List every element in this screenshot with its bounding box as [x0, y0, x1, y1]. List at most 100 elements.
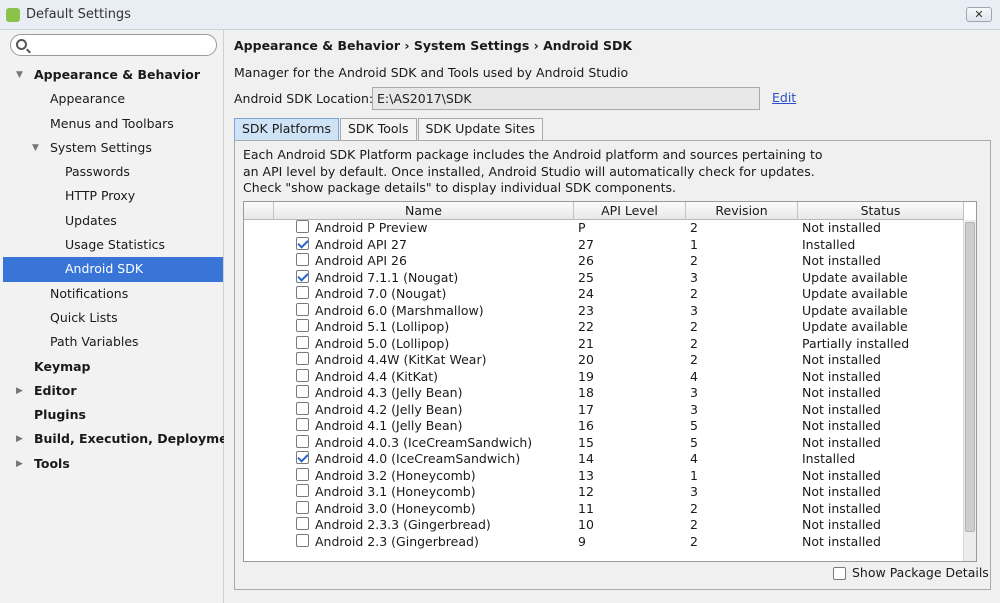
revision: 3 — [690, 269, 698, 285]
table-body: Android P Preview P 2 Not installed Android … — [244, 220, 964, 550]
collapse-right-icon[interactable]: ▶ — [16, 452, 26, 476]
package-checkbox[interactable] — [296, 467, 309, 481]
table-row[interactable]: Android 4.4 (KitKat) 19 4 Not installed — [244, 368, 964, 386]
table-row[interactable]: Android API 26 26 2 Not installed — [244, 253, 964, 270]
table-row[interactable]: Android 4.3 (Jelly Bean) 18 3 Not installed — [244, 385, 964, 402]
sidebar-item-android-sdk[interactable]: Android SDK — [3, 257, 223, 282]
table-scrollbar[interactable] — [963, 220, 976, 561]
sidebar-item-editor[interactable]: ▶ Editor — [0, 379, 223, 403]
edit-location-link[interactable]: Edit — [772, 90, 796, 105]
header-name[interactable]: Name — [274, 202, 574, 220]
scrollbar-thumb[interactable] — [965, 222, 975, 532]
sidebar-item-label: Editor — [34, 382, 77, 398]
revision: 4 — [690, 451, 698, 466]
expand-down-icon[interactable]: ▼ — [32, 136, 42, 160]
sidebar-item-label: Path Variables — [50, 334, 139, 350]
package-name: Android 2.3 (Gingerbread) — [315, 533, 479, 549]
collapse-right-icon[interactable]: ▶ — [16, 427, 26, 451]
package-name: Android 6.0 (Marshmallow) — [315, 302, 484, 318]
api-level: 17 — [578, 401, 594, 417]
sidebar-item-tools[interactable]: ▶ Tools — [0, 452, 223, 476]
package-checkbox[interactable] — [296, 302, 309, 316]
sidebar-item-notifications[interactable]: Notifications — [0, 282, 223, 306]
sidebar-item-updates[interactable]: Updates — [0, 209, 223, 233]
package-checkbox[interactable] — [296, 335, 309, 349]
package-checkbox[interactable] — [296, 352, 309, 365]
package-checkbox[interactable] — [296, 418, 309, 431]
package-checkbox[interactable] — [296, 253, 309, 266]
package-name: Android 3.2 (Honeycomb) — [315, 467, 476, 483]
table-row[interactable]: Android 7.1.1 (Nougat) 25 3 Update availabl… — [244, 269, 964, 287]
header-api-level[interactable]: API Level — [574, 202, 686, 220]
table-row[interactable]: Android 4.0 (IceCreamSandwich) 14 4 Install… — [244, 451, 964, 468]
table-row[interactable]: Android P Preview P 2 Not installed — [244, 220, 964, 237]
revision: 2 — [690, 517, 698, 532]
sidebar-item-http-proxy[interactable]: HTTP Proxy — [0, 184, 223, 208]
table-row[interactable]: Android 5.0 (Lollipop) 21 2 Partially insta… — [244, 335, 964, 353]
package-checkbox[interactable] — [296, 286, 309, 299]
table-row[interactable]: Android 3.2 (Honeycomb) 13 1 Not installed — [244, 467, 964, 485]
table-row[interactable]: Android 7.0 (Nougat) 24 2 Update available — [244, 286, 964, 303]
table-row[interactable]: Android 2.3.3 (Gingerbread) 10 2 Not instal… — [244, 517, 964, 534]
api-level: 23 — [578, 302, 594, 318]
sidebar-item-plugins[interactable]: Plugins — [0, 403, 223, 427]
revision: 2 — [690, 253, 698, 268]
sdk-location-field[interactable] — [372, 87, 760, 110]
install-status: Update available — [802, 269, 908, 285]
sidebar-item-build-execution-deployment[interactable]: ▶ Build, Execution, Deployment — [0, 427, 242, 451]
package-checkbox[interactable] — [296, 484, 309, 497]
package-checkbox[interactable] — [296, 517, 309, 530]
table-row[interactable]: Android 4.0.3 (IceCreamSandwich) 15 5 Not i… — [244, 434, 964, 452]
package-checkbox[interactable] — [296, 236, 309, 250]
sidebar-item-passwords[interactable]: Passwords — [0, 160, 223, 184]
package-checkbox[interactable] — [296, 533, 309, 547]
collapse-right-icon[interactable]: ▶ — [16, 379, 26, 403]
package-checkbox[interactable] — [296, 385, 309, 398]
table-row[interactable]: Android API 27 27 1 Installed — [244, 236, 964, 254]
search-box[interactable] — [10, 34, 217, 56]
table-row[interactable]: Android 4.4W (KitKat Wear) 20 2 Not install… — [244, 352, 964, 369]
install-status: Not installed — [802, 500, 881, 516]
sidebar-item-label: Passwords — [65, 164, 130, 180]
sidebar-item-keymap[interactable]: Keymap — [0, 355, 223, 379]
tab-sdk-platforms[interactable]: SDK Platforms — [234, 118, 339, 140]
api-level: 15 — [578, 434, 594, 450]
search-input[interactable] — [33, 37, 213, 53]
header-status[interactable]: Status — [798, 202, 964, 220]
table-row[interactable]: Android 6.0 (Marshmallow) 23 3 Update avail… — [244, 302, 964, 320]
table-row[interactable]: Android 3.0 (Honeycomb) 11 2 Not installed — [244, 500, 964, 518]
package-checkbox[interactable] — [296, 451, 309, 464]
package-checkbox[interactable] — [296, 269, 309, 283]
show-package-details-checkbox[interactable] — [833, 567, 846, 580]
revision: 3 — [690, 484, 698, 499]
sidebar-item-system-settings[interactable]: ▼ System Settings — [0, 136, 223, 160]
sidebar-item-quick-lists[interactable]: Quick Lists — [0, 306, 223, 330]
package-checkbox[interactable] — [296, 368, 309, 382]
header-revision[interactable]: Revision — [686, 202, 798, 220]
package-name: Android 4.2 (Jelly Bean) — [315, 401, 463, 417]
revision: 3 — [690, 401, 698, 417]
table-row[interactable]: Android 5.1 (Lollipop) 22 2 Update availabl… — [244, 319, 964, 336]
package-checkbox[interactable] — [296, 434, 309, 448]
install-status: Not installed — [802, 401, 881, 417]
package-checkbox[interactable] — [296, 319, 309, 332]
package-checkbox[interactable] — [296, 220, 309, 233]
tab-sdk-update-sites[interactable]: SDK Update Sites — [417, 118, 543, 140]
table-row[interactable]: Android 3.1 (Honeycomb) 12 3 Not installed — [244, 484, 964, 501]
sidebar-item-path-variables[interactable]: Path Variables — [0, 330, 223, 354]
package-checkbox[interactable] — [296, 500, 309, 514]
expand-down-icon[interactable]: ▼ — [16, 63, 26, 87]
table-row[interactable]: Android 2.3 (Gingerbread) 9 2 Not installed — [244, 533, 964, 551]
api-level: 21 — [578, 335, 594, 351]
sidebar-item-appearance-behavior[interactable]: ▼ Appearance & Behavior — [0, 63, 223, 87]
table-row[interactable]: Android 4.2 (Jelly Bean) 17 3 Not installed — [244, 401, 964, 419]
table-row[interactable]: Android 4.1 (Jelly Bean) 16 5 Not installed — [244, 418, 964, 435]
sidebar-item-appearance[interactable]: Appearance — [0, 87, 223, 111]
close-button[interactable]: ✕ — [966, 7, 992, 22]
sidebar-item-menus-and-toolbars[interactable]: Menus and Toolbars — [0, 112, 223, 136]
sidebar-item-usage-statistics[interactable]: Usage Statistics — [0, 233, 223, 257]
sidebar-item-label: System Settings — [50, 139, 152, 155]
sidebar-item-label: Quick Lists — [50, 309, 118, 325]
package-checkbox[interactable] — [296, 401, 309, 415]
tab-sdk-tools[interactable]: SDK Tools — [339, 118, 417, 140]
